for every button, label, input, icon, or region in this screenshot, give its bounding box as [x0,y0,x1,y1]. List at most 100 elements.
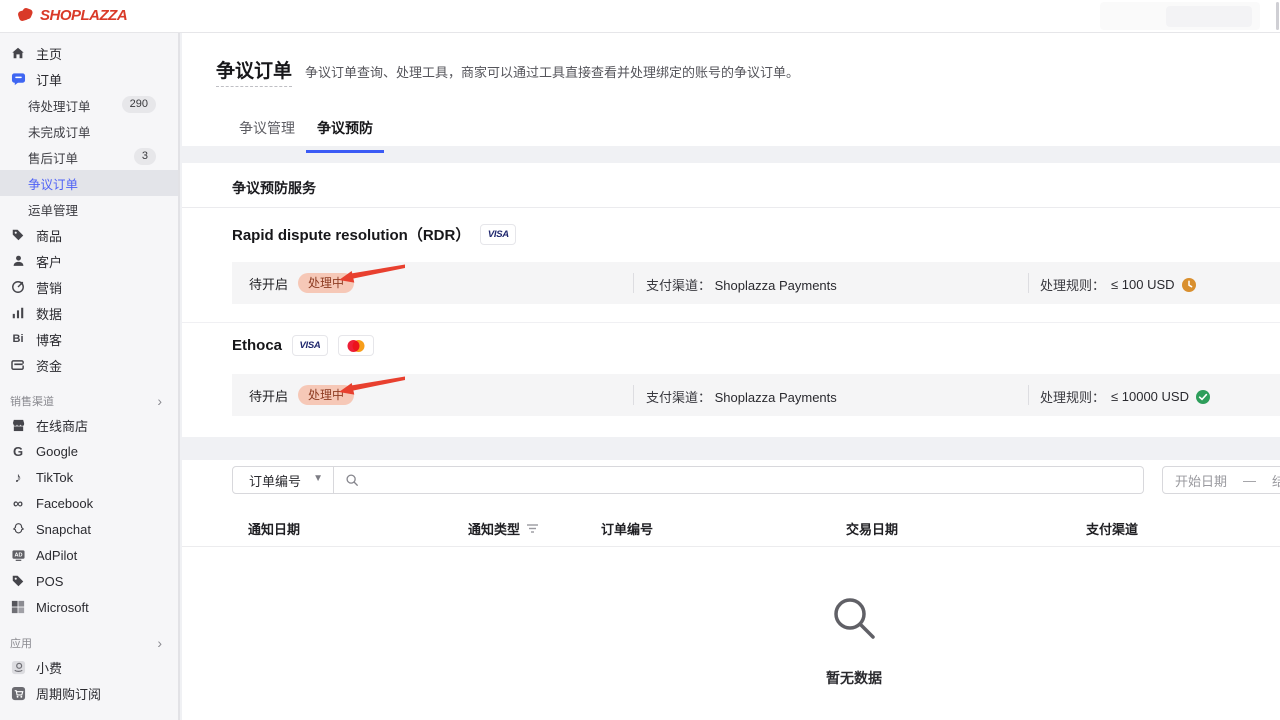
rule-label: 处理规则： ≤ 100 USD [1040,275,1197,294]
sidebar-item-label: 运单管理 [28,200,78,219]
sidebar-item-label: 博客 [36,330,62,349]
sidebar-item-label: 小费 [36,658,62,677]
sidebar-item-label: 商品 [36,226,62,245]
sidebar-item-label: POS [36,574,63,589]
sidebar-item-facebook[interactable]: ∞ Facebook [0,490,178,516]
marketing-icon [10,279,26,295]
sidebar-item-subscription[interactable]: 周期购订阅 [0,680,178,706]
page-header: 争议订单 争议订单查询、处理工具，商家可以通过工具直接查看并处理绑定的账号的争议… [182,33,1280,146]
online-store-icon [10,417,26,433]
tab-dispute-management[interactable]: 争议管理 [228,110,306,153]
sidebar-item-customers[interactable]: 客户 [0,248,178,274]
sidebar-section-label: 销售渠道 [10,393,54,409]
chevron-down-icon: ▼ [313,473,323,484]
sidebar-item-tips[interactable]: 小费 [0,654,178,680]
mastercard-icon [345,339,367,353]
sidebar-item-label: 订单 [36,70,62,89]
orders-icon [10,71,26,87]
sidebar-item-dispute-orders[interactable]: 争议订单 [0,170,178,196]
count-badge: 290 [122,96,156,113]
tips-icon [10,659,26,675]
home-icon [10,45,26,61]
shoplazza-logo-icon [16,6,34,24]
sidebar-item-pending-orders[interactable]: 待处理订单 290 [0,92,178,118]
google-icon: G [10,443,26,459]
tiktok-icon: ♪ [10,469,26,485]
adpilot-icon: AD [10,547,26,563]
search-input[interactable] [367,473,1107,488]
sidebar-item-label: Google [36,444,78,459]
sidebar-item-microsoft[interactable]: Microsoft [0,594,178,620]
sidebar-item-adpilot[interactable]: AD AdPilot [0,542,178,568]
column-header-trade-date: 交易日期 [846,519,898,538]
sidebar-item-snapchat[interactable]: Snapchat [0,516,178,542]
check-icon [1195,389,1211,405]
date-range-picker[interactable]: 开始日期 — 结束日期 [1162,466,1280,494]
divider [1028,273,1029,293]
tab-dispute-prevention[interactable]: 争议预防 [306,110,384,153]
sidebar-item-tiktok[interactable]: ♪ TikTok [0,464,178,490]
sidebar-item-marketing[interactable]: 营销 [0,274,178,300]
sidebar-item-pos[interactable]: POS [0,568,178,594]
sidebar-section-sales-channels[interactable]: 销售渠道 › [0,390,178,412]
shoplazza-logo[interactable]: SHOPLAZZA [16,6,127,24]
filter-bar: 订单编号 ▼ [232,466,1144,494]
sidebar-item-orders[interactable]: 订单 [0,66,178,92]
sidebar-item-google[interactable]: G Google [0,438,178,464]
column-header-notify-date: 通知日期 [248,519,300,538]
sidebar-section-apps[interactable]: 应用 › [0,632,178,654]
scrollbar[interactable] [1276,2,1279,30]
sidebar-item-products[interactable]: 商品 [0,222,178,248]
service-status-row-ethoca: 待开启 处理中 支付渠道： Shoplazza Payments 处理规则： ≤… [232,374,1280,416]
annotation-arrow-icon [339,262,409,286]
search-type-select[interactable]: 订单编号 ▼ [232,466,334,494]
column-header-notify-type: 通知类型 [468,519,539,538]
dispute-table-card: 订单编号 ▼ 开始日期 — 结束日期 通知日期 通知类型 [182,460,1280,720]
sidebar-item-aftersale-orders[interactable]: 售后订单 3 [0,144,178,170]
search-type-value: 订单编号 [249,471,301,490]
end-date-placeholder: 结束日期 [1272,471,1280,490]
channel-label: 支付渠道： Shoplazza Payments [646,275,837,294]
sidebar-item-label: 主页 [36,44,62,63]
search-box [334,466,1144,494]
subscription-icon [10,685,26,701]
svg-text:AD: AD [14,552,22,558]
sidebar-item-waybill[interactable]: 运单管理 [0,196,178,222]
sidebar-item-home[interactable]: 主页 [0,40,178,66]
analytics-icon [10,305,26,321]
rule-label: 处理规则： ≤ 10000 USD [1040,387,1211,406]
column-header-order-no: 订单编号 [601,519,653,538]
sidebar-item-label: 资金 [36,356,62,375]
rule-value: ≤ 10000 USD [1111,389,1189,404]
tab-bar: 争议管理 争议预防 [228,110,384,153]
date-range-separator: — [1243,473,1256,488]
service-status-row-rdr: 待开启 处理中 支付渠道： Shoplazza Payments 处理规则： ≤… [232,262,1280,304]
sidebar-item-incomplete-orders[interactable]: 未完成订单 [0,118,178,144]
divider [1028,385,1029,405]
sidebar-item-label: TikTok [36,470,73,485]
sidebar-item-analytics[interactable]: 数据 [0,300,178,326]
sidebar-item-label: 营销 [36,278,62,297]
logo-text: SHOPLAZZA [40,7,127,24]
sidebar-section-label: 应用 [10,635,32,651]
sidebar-item-label: AdPilot [36,548,77,563]
sidebar-item-online-store[interactable]: 在线商店 [0,412,178,438]
dispute-prevention-card: 争议预防服务 Rapid dispute resolution（RDR） VIS… [182,163,1280,437]
sidebar-item-label: Facebook [36,496,93,511]
microsoft-icon [10,599,26,615]
sidebar-item-blog[interactable]: Bi 博客 [0,326,178,352]
service-title-rdr: Rapid dispute resolution（RDR） VISA [232,224,516,245]
sidebar-item-label: 售后订单 [28,148,78,167]
chevron-right-icon: › [157,635,162,651]
sidebar-item-funds[interactable]: 资金 [0,352,178,378]
divider [633,273,634,293]
service-name: Ethoca [232,337,282,354]
section-header: 争议预防服务 [182,163,1280,208]
filter-icon[interactable] [526,523,539,534]
page-description: 争议订单查询、处理工具，商家可以通过工具直接查看并处理绑定的账号的争议订单。 [305,62,799,81]
search-icon [345,473,359,487]
count-badge: 3 [134,148,156,165]
products-icon [10,227,26,243]
facebook-meta-icon: ∞ [10,495,26,511]
sidebar-item-label: 待处理订单 [28,96,91,115]
